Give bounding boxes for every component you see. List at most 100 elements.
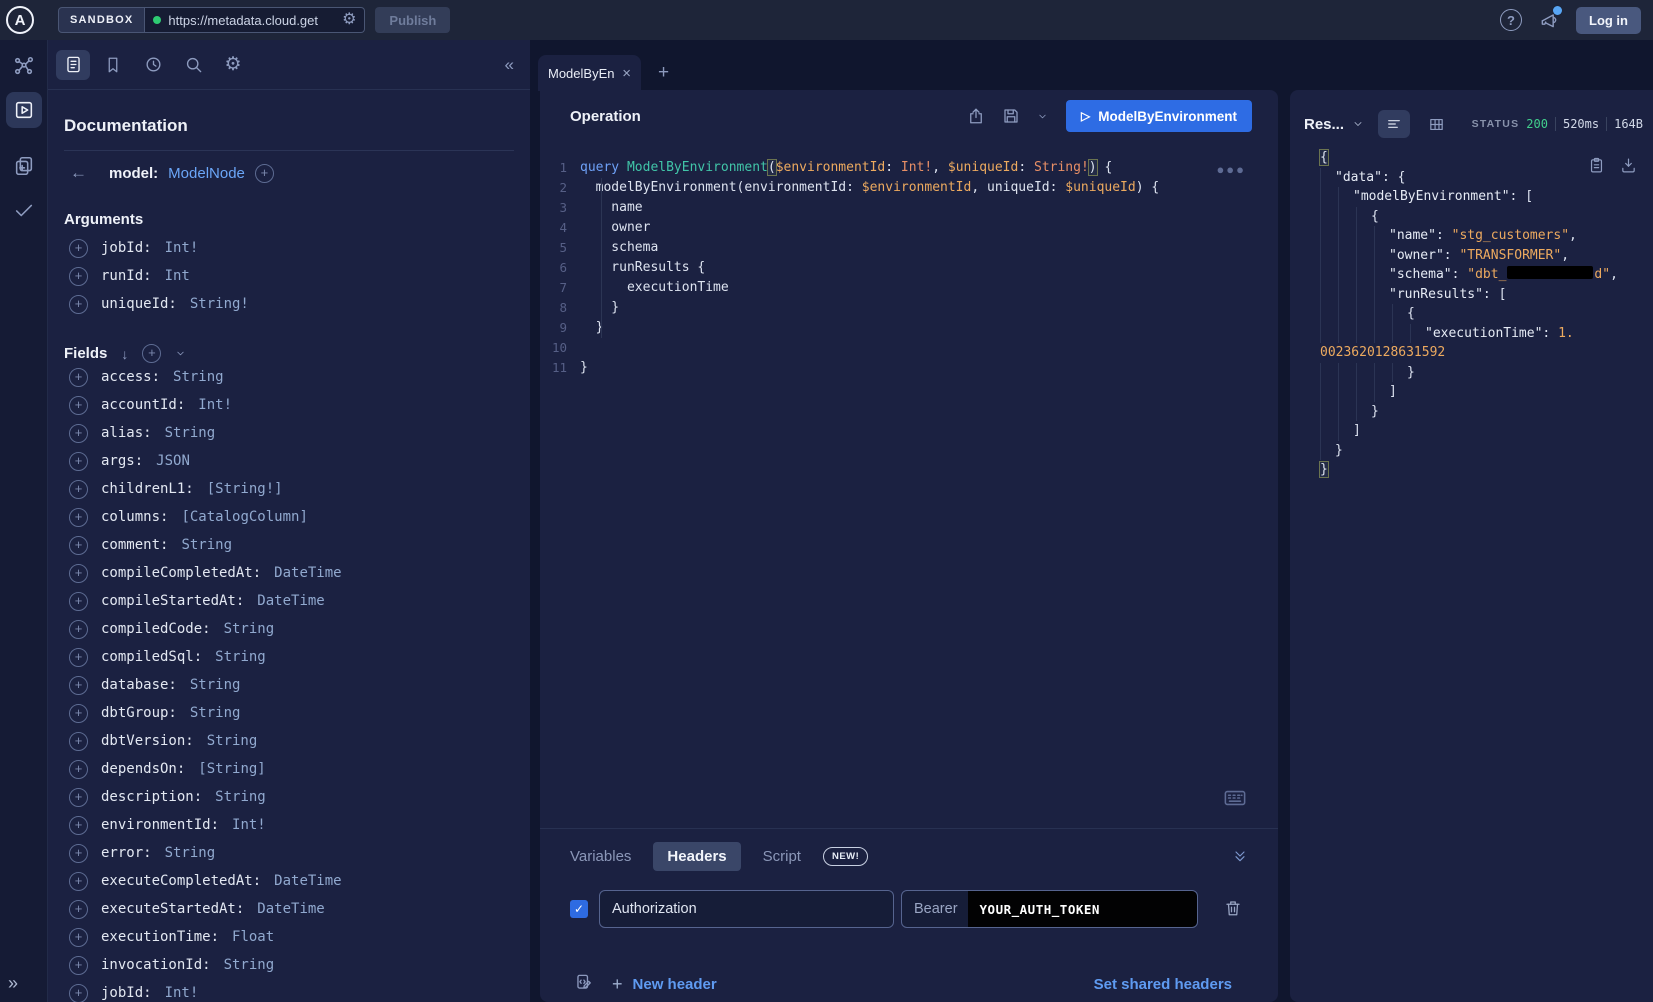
connection-settings-gear-icon[interactable]: ⚙	[342, 12, 356, 28]
field-type[interactable]: String	[173, 369, 224, 385]
add-to-query-icon[interactable]: +	[69, 480, 88, 499]
field-row[interactable]: +environmentId: Int!	[48, 811, 530, 839]
field-row[interactable]: +error: String	[48, 839, 530, 867]
schema-graph-icon[interactable]	[6, 48, 42, 84]
field-row[interactable]: +columns: [CatalogColumn]	[48, 503, 530, 531]
expand-rail-icon[interactable]: »	[8, 973, 18, 994]
header-value-input[interactable]: Bearer YOUR_AUTH_TOKEN	[901, 890, 1198, 928]
add-to-query-icon[interactable]: +	[69, 956, 88, 975]
field-row[interactable]: +executeStartedAt: DateTime	[48, 895, 530, 923]
header-key-input[interactable]	[599, 890, 894, 928]
delete-header-icon[interactable]	[1224, 898, 1242, 918]
field-row[interactable]: +description: String	[48, 783, 530, 811]
publish-button[interactable]: Publish	[375, 7, 450, 33]
add-to-query-icon[interactable]: +	[69, 620, 88, 639]
operation-collections-icon[interactable]	[6, 148, 42, 184]
code-line[interactable]: 8 }	[540, 298, 1248, 318]
field-row[interactable]: +access: String	[48, 363, 530, 391]
field-row[interactable]: +comment: String	[48, 531, 530, 559]
collapse-bottom-panel-icon[interactable]	[1232, 848, 1248, 864]
field-row[interactable]: +compileStartedAt: DateTime	[48, 587, 530, 615]
field-type[interactable]: String	[224, 621, 275, 637]
add-to-query-icon[interactable]: +	[69, 508, 88, 527]
add-to-query-icon[interactable]: +	[69, 872, 88, 891]
tab-script[interactable]: Script	[763, 848, 801, 865]
argument-row[interactable]: +runId: Int	[48, 262, 530, 290]
field-type[interactable]: Int!	[232, 817, 266, 833]
new-header-button[interactable]: + New header	[612, 974, 717, 995]
code-line[interactable]: 1query ModelByEnvironment($environmentId…	[540, 158, 1248, 178]
field-row[interactable]: +jobId: Int!	[48, 979, 530, 1002]
field-type[interactable]: String	[181, 537, 232, 553]
code-line[interactable]: 6 runResults {	[540, 258, 1248, 278]
argument-row[interactable]: +jobId: Int!	[48, 234, 530, 262]
field-row[interactable]: +childrenL1: [String!]	[48, 475, 530, 503]
code-line[interactable]: 2 modelByEnvironment(environmentId: $env…	[540, 178, 1248, 198]
field-type[interactable]: DateTime	[257, 593, 324, 609]
breadcrumb-type-link[interactable]: ModelNode	[168, 165, 245, 182]
add-to-query-icon[interactable]: +	[69, 928, 88, 947]
field-type[interactable]: String	[165, 845, 216, 861]
code-line[interactable]: 10	[540, 338, 1248, 358]
add-to-query-icon[interactable]: +	[69, 536, 88, 555]
tab-variables[interactable]: Variables	[570, 848, 631, 865]
field-row[interactable]: +dbtVersion: String	[48, 727, 530, 755]
add-to-query-icon[interactable]: +	[69, 732, 88, 751]
collapse-panel-icon[interactable]: «	[505, 55, 514, 75]
field-row[interactable]: +invocationId: String	[48, 951, 530, 979]
field-type[interactable]: DateTime	[257, 901, 324, 917]
code-line[interactable]: 11}	[540, 358, 1248, 378]
add-to-query-icon[interactable]: +	[69, 267, 88, 286]
explorer-tab-icon[interactable]	[6, 92, 42, 128]
add-to-query-icon[interactable]: +	[69, 676, 88, 695]
field-type[interactable]: String	[215, 649, 266, 665]
add-to-query-icon[interactable]: +	[69, 368, 88, 387]
copy-response-icon[interactable]	[1588, 156, 1605, 175]
documentation-tab-icon[interactable]	[56, 50, 90, 80]
editor-menu-icon[interactable]: ●●●	[1216, 162, 1246, 177]
field-row[interactable]: +dependsOn: [String]	[48, 755, 530, 783]
formatted-view-icon[interactable]	[1378, 110, 1410, 138]
save-options-chevron-icon[interactable]	[1037, 111, 1048, 122]
field-row[interactable]: +compiledCode: String	[48, 615, 530, 643]
field-type[interactable]: String	[190, 705, 241, 721]
field-row[interactable]: +executionTime: Float	[48, 923, 530, 951]
save-operation-icon[interactable]	[1002, 107, 1020, 125]
code-line[interactable]: 4 owner	[540, 218, 1248, 238]
add-to-query-icon[interactable]: +	[69, 592, 88, 611]
header-enabled-checkbox[interactable]: ✓	[570, 900, 588, 918]
response-json[interactable]: {"data": {"modelByEnvironment": [{"name"…	[1320, 148, 1649, 480]
download-response-icon[interactable]	[1620, 156, 1637, 175]
announcements-megaphone-icon[interactable]	[1539, 10, 1559, 30]
add-to-query-icon[interactable]: +	[69, 396, 88, 415]
field-type[interactable]: Float	[232, 929, 274, 945]
chevron-down-icon[interactable]	[175, 348, 186, 359]
add-fields-icon[interactable]: +	[142, 344, 161, 363]
run-operation-button[interactable]: ▷ ModelByEnvironment	[1066, 100, 1252, 132]
field-type[interactable]: [String!]	[207, 481, 283, 497]
history-icon[interactable]	[136, 50, 170, 80]
add-to-query-icon[interactable]: +	[69, 984, 88, 1002]
add-to-query-icon[interactable]: +	[69, 788, 88, 807]
code-line[interactable]: 7 executionTime	[540, 278, 1248, 298]
add-to-query-icon[interactable]: +	[69, 900, 88, 919]
add-to-query-icon[interactable]: +	[69, 648, 88, 667]
close-tab-icon[interactable]: ×	[622, 65, 631, 82]
field-type[interactable]: Int	[165, 268, 190, 284]
add-to-query-icon[interactable]: +	[69, 452, 88, 471]
code-line[interactable]: 5 schema	[540, 238, 1248, 258]
graphql-editor[interactable]: 1query ModelByEnvironment($environmentId…	[540, 158, 1248, 378]
sort-fields-icon[interactable]: ↓	[121, 346, 128, 362]
add-to-query-icon[interactable]: +	[69, 295, 88, 314]
endpoint-url-text[interactable]: https://metadata.cloud.get	[168, 13, 335, 28]
field-type[interactable]: Int!	[165, 240, 199, 256]
operation-tab[interactable]: ModelByEnvi... ×	[538, 55, 641, 91]
operation-tab-title[interactable]: ModelByEnvi...	[548, 66, 614, 81]
add-to-query-icon[interactable]: +	[69, 760, 88, 779]
field-row[interactable]: +accountId: Int!	[48, 391, 530, 419]
code-line[interactable]: 3 name	[540, 198, 1248, 218]
login-button[interactable]: Log in	[1576, 7, 1641, 34]
add-to-query-icon[interactable]: +	[69, 564, 88, 583]
saved-operations-bookmark-icon[interactable]	[96, 50, 130, 80]
settings-gear-icon[interactable]: ⚙	[216, 50, 250, 80]
